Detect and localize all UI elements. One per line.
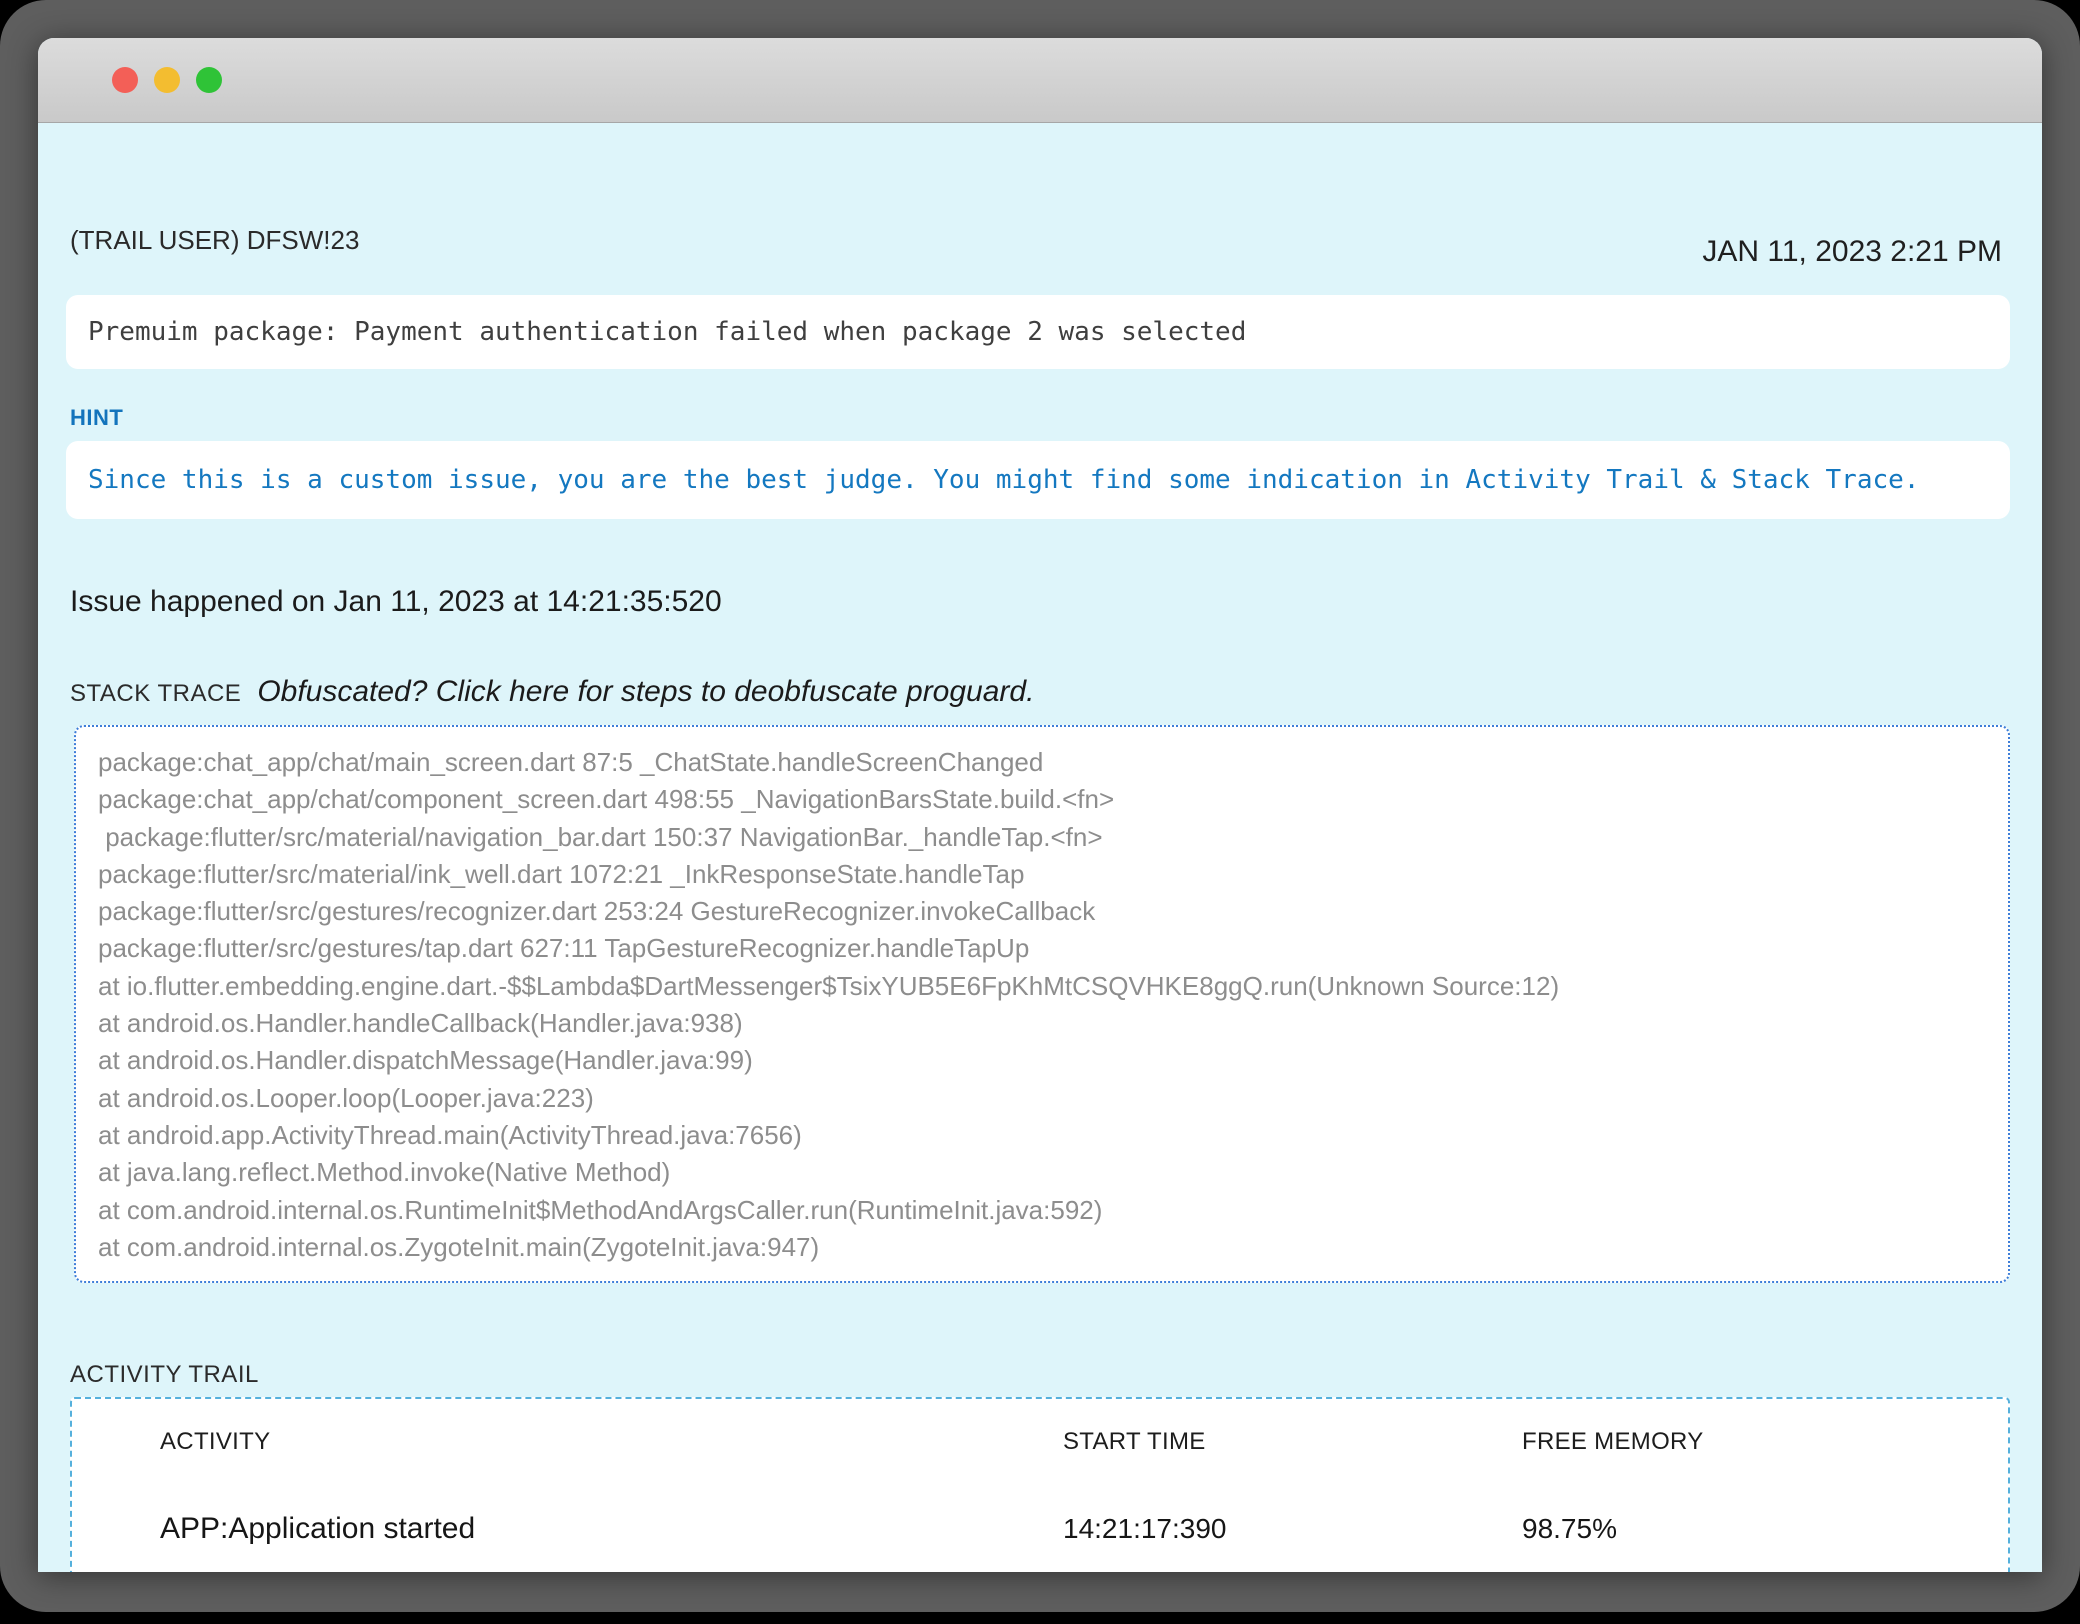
start-time-cell: 14:21:17:390 <box>1063 1513 1522 1545</box>
hint-text: Since this is a custom issue, you are th… <box>66 441 2010 519</box>
issue-detail-content: (TRAIL USER) DFSW!23 JAN 11, 2023 2:21 P… <box>38 123 2042 1572</box>
stack-trace-line: package:chat_app/chat/component_screen.d… <box>98 781 1998 818</box>
stack-trace-line: at android.os.Handler.handleCallback(Han… <box>98 1005 1998 1042</box>
window-titlebar[interactable] <box>38 38 2042 123</box>
trail-user-label: (TRAIL USER) DFSW!23 <box>70 225 359 256</box>
free-memory-cell: 98.75% <box>1522 1513 2008 1545</box>
column-header-activity: ACTIVITY <box>160 1428 1063 1456</box>
zoom-button[interactable] <box>196 67 222 93</box>
stack-trace-line: at android.os.Handler.dispatchMessage(Ha… <box>98 1042 1998 1079</box>
stack-trace-line: package:flutter/src/gestures/recognizer.… <box>98 893 1998 930</box>
stack-trace-panel[interactable]: package:chat_app/chat/main_screen.dart 8… <box>74 725 2010 1283</box>
app-window: (TRAIL USER) DFSW!23 JAN 11, 2023 2:21 P… <box>38 38 2042 1572</box>
issue-summary: Premuim package: Payment authentication … <box>66 295 2010 369</box>
stack-trace-line: at com.android.internal.os.ZygoteInit.ma… <box>98 1229 1998 1266</box>
stack-trace-line: package:flutter/src/material/navigation_… <box>98 819 1998 856</box>
column-header-start-time: START TIME <box>1063 1428 1522 1456</box>
traffic-lights <box>112 38 222 122</box>
stack-trace-line: at android.os.Looper.loop(Looper.java:22… <box>98 1080 1998 1117</box>
stack-trace-line: at com.android.internal.os.RuntimeInit$M… <box>98 1192 1998 1229</box>
stack-trace-label: STACK TRACE <box>70 680 241 708</box>
stack-trace-line: package:chat_app/chat/main_screen.dart 8… <box>98 744 1998 781</box>
activity-trail-panel[interactable]: ACTIVITY START TIME FREE MEMORY APP:Appl… <box>70 1397 2010 1572</box>
minimize-button[interactable] <box>154 67 180 93</box>
issue-occurred-timestamp: Issue happened on Jan 11, 2023 at 14:21:… <box>70 585 722 619</box>
close-button[interactable] <box>112 67 138 93</box>
stack-trace-line: at java.lang.reflect.Method.invoke(Nativ… <box>98 1154 1998 1191</box>
column-header-free-memory: FREE MEMORY <box>1522 1428 2008 1456</box>
issue-datetime: JAN 11, 2023 2:21 PM <box>1702 235 2002 269</box>
stack-trace-line: package:flutter/src/gestures/tap.dart 62… <box>98 930 1998 967</box>
activity-trail-label: ACTIVITY TRAIL <box>70 1361 259 1389</box>
activity-trail-table-header: ACTIVITY START TIME FREE MEMORY <box>160 1425 2008 1459</box>
stack-trace-line: package:flutter/src/material/ink_well.da… <box>98 856 1998 893</box>
stack-trace-line: at io.flutter.embedding.engine.dart.-$$L… <box>98 968 1998 1005</box>
hint-label: HINT <box>70 405 123 431</box>
activity-cell: APP:Application started <box>160 1512 1063 1546</box>
table-row[interactable]: APP:Application started 14:21:17:390 98.… <box>160 1493 2008 1565</box>
stack-trace-line: at android.app.ActivityThread.main(Activ… <box>98 1117 1998 1154</box>
table-row[interactable]: APP:Initializing states 14:21:17:396 98.… <box>160 1565 2008 1572</box>
desktop-frame: (TRAIL USER) DFSW!23 JAN 11, 2023 2:21 P… <box>0 0 2080 1612</box>
stack-trace-header: STACK TRACE Obfuscated? Click here for s… <box>70 675 1034 709</box>
deobfuscate-link[interactable]: Obfuscated? Click here for steps to deob… <box>257 675 1034 709</box>
